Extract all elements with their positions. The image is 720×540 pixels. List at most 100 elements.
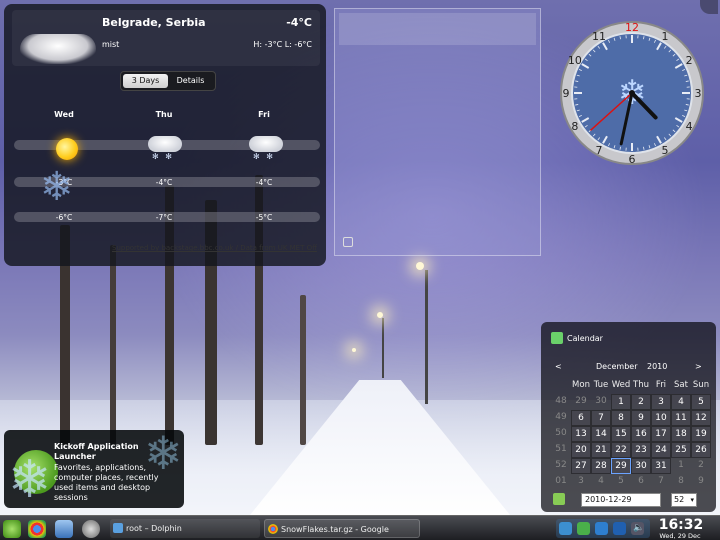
volume-icon[interactable]: 🔈	[631, 522, 644, 535]
weather-credit-link[interactable]: Supported by backstage.bbc.co.uk / Data …	[112, 244, 317, 252]
calendar-year-label[interactable]: 2010	[647, 362, 667, 371]
calendar-day[interactable]: 13	[571, 426, 591, 442]
calendar-day[interactable]: 25	[671, 442, 691, 458]
calendar-day[interactable]: 22	[611, 442, 631, 458]
calendar-week-row: 51 20 21 22 23 24 25 26	[551, 442, 711, 458]
tab-details[interactable]: Details	[168, 74, 213, 88]
calendar-day[interactable]: 8	[671, 474, 691, 490]
clock-number: 2	[686, 54, 693, 67]
calendar-day[interactable]: 16	[631, 426, 651, 442]
calendar-week-row: 52 27 28 29 30 31 1 2	[551, 458, 711, 474]
tab-3-days[interactable]: 3 Days	[123, 74, 168, 88]
calendar-day[interactable]: 7	[651, 474, 671, 490]
calendar-prev-month-button[interactable]: <	[555, 362, 562, 371]
kickoff-launcher-button[interactable]	[3, 520, 21, 538]
calendar-day[interactable]: 14	[591, 426, 611, 442]
week-number[interactable]: 50	[551, 426, 571, 442]
calendar-day[interactable]: 29	[571, 394, 591, 410]
week-number-select[interactable]: 52	[671, 493, 697, 507]
kmix-icon[interactable]	[595, 522, 608, 535]
calendar-day[interactable]: 18	[671, 426, 691, 442]
calendar-day[interactable]: 2	[631, 394, 651, 410]
calendar-day[interactable]: 11	[671, 410, 691, 426]
task-dolphin[interactable]: root – Dolphin	[110, 519, 260, 538]
calendar-title: Calendar	[567, 334, 603, 343]
weather-current-temp: -4°C	[286, 16, 312, 29]
calendar-day[interactable]: 9	[631, 410, 651, 426]
weather-city: Belgrade, Serbia	[102, 16, 206, 29]
digital-clock-date[interactable]: Wed, 29 Dec	[652, 532, 708, 540]
calendar-day[interactable]: 30	[631, 458, 651, 474]
bluetooth-icon[interactable]	[613, 522, 626, 535]
calendar-day[interactable]: 2	[691, 458, 711, 474]
chrome-icon[interactable]	[28, 520, 46, 538]
weekday-label: Sat	[674, 380, 688, 390]
network-icon[interactable]	[82, 520, 100, 538]
calendar-day[interactable]: 20	[571, 442, 591, 458]
calendar-day[interactable]: 30	[591, 394, 611, 410]
week-number[interactable]: 51	[551, 442, 571, 458]
klipper-icon[interactable]	[559, 522, 572, 535]
calendar-day[interactable]: 28	[591, 458, 611, 474]
clock-number: 12	[625, 21, 639, 34]
calendar-day[interactable]: 5	[691, 394, 711, 410]
calendar-day[interactable]: 3	[571, 474, 591, 490]
calendar-day[interactable]: 10	[651, 410, 671, 426]
week-number[interactable]: 01	[551, 474, 571, 490]
clock-number: 5	[662, 144, 669, 157]
calendar-day[interactable]: 23	[631, 442, 651, 458]
clock-number: 8	[571, 120, 578, 133]
calendar-day[interactable]: 4	[591, 474, 611, 490]
snow-cloud-icon	[249, 136, 283, 152]
file-manager-icon[interactable]	[55, 520, 73, 538]
calendar-day[interactable]: 9	[691, 474, 711, 490]
today-icon[interactable]	[553, 493, 565, 505]
widget-lock-icon[interactable]	[343, 237, 353, 247]
calendar-day[interactable]: 26	[691, 442, 711, 458]
week-number[interactable]: 48	[551, 394, 571, 410]
calendar-day[interactable]: 8	[611, 410, 631, 426]
calendar-day[interactable]: 27	[571, 458, 591, 474]
calendar-day[interactable]: 24	[651, 442, 671, 458]
calendar-day[interactable]: 29	[611, 458, 631, 474]
clock-number: 3	[695, 87, 702, 100]
forecast-low-temp: -6°C	[55, 213, 73, 222]
calendar-day[interactable]: 17	[651, 426, 671, 442]
calendar-week-row: 01 3 4 5 6 7 8 9	[551, 474, 711, 490]
week-number-header	[551, 378, 571, 394]
weather-high-low: H: -3°C L: -6°C	[253, 40, 312, 49]
calendar-day[interactable]: 3	[651, 394, 671, 410]
calendar-day[interactable]: 31	[651, 458, 671, 474]
clock-number: 11	[592, 30, 606, 43]
calendar-month-label[interactable]: December	[596, 362, 637, 371]
calendar-day[interactable]: 1	[671, 458, 691, 474]
analog-clock: 121234567891011 ❄	[560, 21, 704, 166]
calendar-day[interactable]: 15	[611, 426, 631, 442]
street-lamp	[382, 318, 384, 378]
week-number[interactable]: 52	[551, 458, 571, 474]
week-number[interactable]: 49	[551, 410, 571, 426]
calendar-day[interactable]: 6	[571, 410, 591, 426]
date-input[interactable]: 2010-12-29	[581, 493, 661, 507]
calendar-day[interactable]: 5	[611, 474, 631, 490]
calendar-next-month-button[interactable]: >	[695, 362, 702, 371]
forecast-day-name: Thu	[155, 110, 173, 119]
speaker-glyph-icon: 🔈	[633, 523, 645, 533]
calendar-day[interactable]: 1	[611, 394, 631, 410]
calendar-day[interactable]: 12	[691, 410, 711, 426]
update-notifier-icon[interactable]	[577, 522, 590, 535]
task-chrome[interactable]: SnowFlakes.tar.gz - Google Chrome	[264, 519, 420, 538]
calendar-day[interactable]: 6	[631, 474, 651, 490]
calendar-day[interactable]: 7	[591, 410, 611, 426]
lamp-light	[416, 262, 424, 270]
digital-clock-time[interactable]: 16:32	[656, 517, 706, 533]
forecast-day-name: Fri	[258, 110, 270, 119]
chrome-icon	[268, 524, 278, 534]
calendar-day[interactable]: 19	[691, 426, 711, 442]
folder-view-header	[339, 13, 536, 45]
calendar-day[interactable]: 21	[591, 442, 611, 458]
calendar-day[interactable]: 4	[671, 394, 691, 410]
tree-trunk	[110, 245, 116, 445]
calendar-icon	[551, 332, 563, 344]
clock-number: 7	[596, 144, 603, 157]
